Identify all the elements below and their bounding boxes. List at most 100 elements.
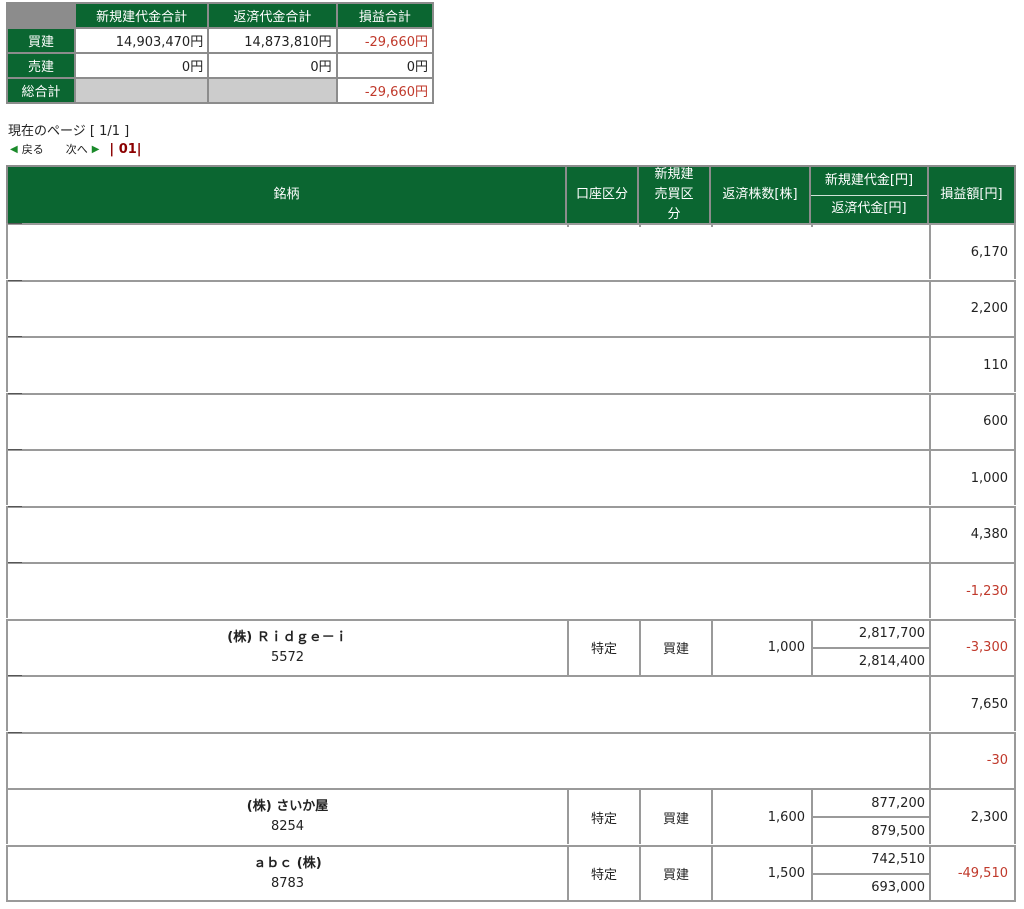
redacted-area bbox=[8, 507, 922, 564]
column-divider bbox=[1014, 846, 1016, 901]
redacted-area bbox=[8, 281, 922, 338]
header-pl: 損益額[円] bbox=[929, 165, 1016, 223]
table-row: ａｂｃ (株) 8783 特定 買建 1,500 742,510 693,000 -49,51… bbox=[6, 844, 1016, 901]
table-row: 1,000 bbox=[6, 449, 1016, 507]
profit-loss-cell: 110 bbox=[983, 357, 1008, 373]
page-indicator: 現在のページ [ 1/1 ] bbox=[8, 124, 130, 139]
redacted-area bbox=[8, 227, 922, 283]
stock-name[interactable]: (株) さいか屋 bbox=[247, 797, 328, 817]
stock-name[interactable]: (株) Ｒｉｄｇｅ－ｉ bbox=[227, 628, 347, 648]
quantity-cell: 1,500 bbox=[767, 866, 805, 881]
summary-cell-empty bbox=[209, 79, 336, 102]
column-divider bbox=[1014, 790, 1016, 844]
amount-cell: 877,200 879,500 bbox=[813, 790, 929, 844]
profit-loss-cell: -1,230 bbox=[966, 583, 1008, 599]
table-row: 6,170 bbox=[6, 223, 1016, 283]
repay-amount: 693,000 bbox=[871, 880, 925, 895]
summary-cell: -29,660円 bbox=[337, 29, 432, 52]
page-number-link[interactable]: | 01| bbox=[109, 142, 141, 157]
prev-page-link[interactable]: 戻る bbox=[22, 141, 44, 157]
column-divider bbox=[1014, 620, 1016, 675]
column-divider bbox=[1014, 281, 1016, 336]
summary-header-repay: 返済代金合計 bbox=[209, 4, 336, 27]
row-mark bbox=[8, 675, 22, 676]
summary-header-new: 新規建代金合計 bbox=[76, 4, 208, 27]
table-row: (株) さいか屋 8254 特定 買建 1,600 877,200 879,500 2,300 bbox=[6, 788, 1016, 844]
column-divider bbox=[1014, 507, 1016, 562]
header-qty: 返済株数[株] bbox=[711, 165, 811, 223]
stock-name-cell: ａｂｃ (株) 8783 bbox=[8, 847, 567, 901]
profit-loss-cell: 7,650 bbox=[970, 696, 1008, 712]
table-row: 7,650 bbox=[6, 675, 1016, 733]
stock-name[interactable]: ａｂｃ (株) bbox=[253, 854, 321, 874]
new-amount: 742,510 bbox=[813, 847, 929, 875]
summary-cell: 0円 bbox=[209, 54, 336, 77]
table-row: -1,230 bbox=[6, 562, 1016, 620]
profit-loss-cell: 600 bbox=[983, 414, 1008, 429]
table-row: -30 bbox=[6, 731, 1016, 790]
row-mark bbox=[8, 505, 22, 507]
summary-row-label: 買建 bbox=[8, 29, 74, 52]
amount-cell: 742,510 693,000 bbox=[813, 847, 929, 901]
redacted-area bbox=[8, 338, 922, 394]
trade-side-cell: 買建 bbox=[662, 642, 689, 657]
column-divider bbox=[1014, 225, 1016, 279]
trade-side-cell: 買建 bbox=[662, 868, 689, 883]
profit-loss-cell: -3,300 bbox=[966, 640, 1008, 655]
amount-cell: 2,817,700 2,814,400 bbox=[813, 621, 929, 675]
header-name: 銘柄 bbox=[6, 165, 567, 223]
summary-cell: 14,903,470円 bbox=[76, 29, 208, 52]
redacted-area bbox=[8, 677, 922, 733]
header-new-amount: 新規建代金[円] bbox=[811, 167, 927, 196]
row-mark bbox=[8, 392, 22, 394]
redacted-area bbox=[8, 733, 922, 790]
table-row: (株) Ｒｉｄｇｅ－ｉ 5572 特定 買建 1,000 2,817,700 2,814,4… bbox=[6, 618, 1016, 675]
row-mark bbox=[8, 562, 22, 563]
summary-cell: 14,873,810円 bbox=[209, 29, 336, 52]
profit-loss-cell: -30 bbox=[986, 753, 1008, 768]
header-side: 新規建 売買区分 bbox=[639, 165, 711, 223]
stock-code: 5572 bbox=[270, 649, 305, 665]
table-row: 600 bbox=[6, 392, 1016, 451]
row-mark bbox=[8, 449, 22, 450]
row-mark bbox=[8, 223, 22, 224]
account-type-cell: 特定 bbox=[590, 811, 617, 827]
profit-loss-cell: 1,000 bbox=[970, 470, 1008, 486]
summary-corner bbox=[8, 4, 74, 27]
redacted-area bbox=[8, 451, 922, 507]
table-row: 110 bbox=[6, 336, 1016, 394]
repay-amount: 879,500 bbox=[871, 823, 925, 839]
stock-code: 8254 bbox=[270, 819, 305, 834]
quantity-cell: 1,600 bbox=[767, 809, 805, 825]
account-type-cell: 特定 bbox=[590, 868, 617, 883]
header-account: 口座区分 bbox=[567, 165, 639, 223]
summary-row-label: 売建 bbox=[8, 54, 74, 77]
column-divider bbox=[1014, 677, 1016, 731]
summary-cell: -29,660円 bbox=[337, 79, 432, 102]
row-mark bbox=[8, 731, 22, 733]
pagination: ◀ 戻る 次へ ▶ | 01| bbox=[10, 141, 142, 157]
prev-arrow-icon: ◀ bbox=[10, 143, 18, 155]
column-divider bbox=[1014, 564, 1016, 618]
new-amount: 877,200 bbox=[813, 790, 929, 818]
account-type-cell: 特定 bbox=[590, 642, 617, 657]
summary-cell: 0円 bbox=[76, 54, 208, 77]
redacted-area bbox=[8, 394, 922, 451]
new-amount: 2,817,700 bbox=[813, 621, 929, 649]
summary-cell-empty bbox=[76, 79, 208, 102]
header-repay-amount: 返済代金[円] bbox=[831, 201, 907, 216]
stock-code: 8783 bbox=[270, 875, 305, 891]
table-bottom-border bbox=[6, 900, 1016, 902]
table-row: 2,200 bbox=[6, 279, 1016, 338]
stock-name-cell: (株) さいか屋 8254 bbox=[8, 790, 567, 844]
row-mark bbox=[8, 336, 22, 337]
column-divider bbox=[1014, 394, 1016, 449]
profit-loss-cell: 6,170 bbox=[970, 244, 1008, 260]
next-arrow-icon: ▶ bbox=[91, 143, 100, 155]
next-page-link[interactable]: 次へ bbox=[66, 141, 88, 157]
table-row: 4,380 bbox=[6, 505, 1016, 564]
summary-table: 新規建代金合計 返済代金合計 損益合計 買建 14,903,470円 14,87… bbox=[6, 2, 434, 104]
summary-row-label: 総合計 bbox=[8, 79, 74, 102]
column-divider bbox=[1014, 733, 1016, 788]
column-divider bbox=[1014, 451, 1016, 505]
